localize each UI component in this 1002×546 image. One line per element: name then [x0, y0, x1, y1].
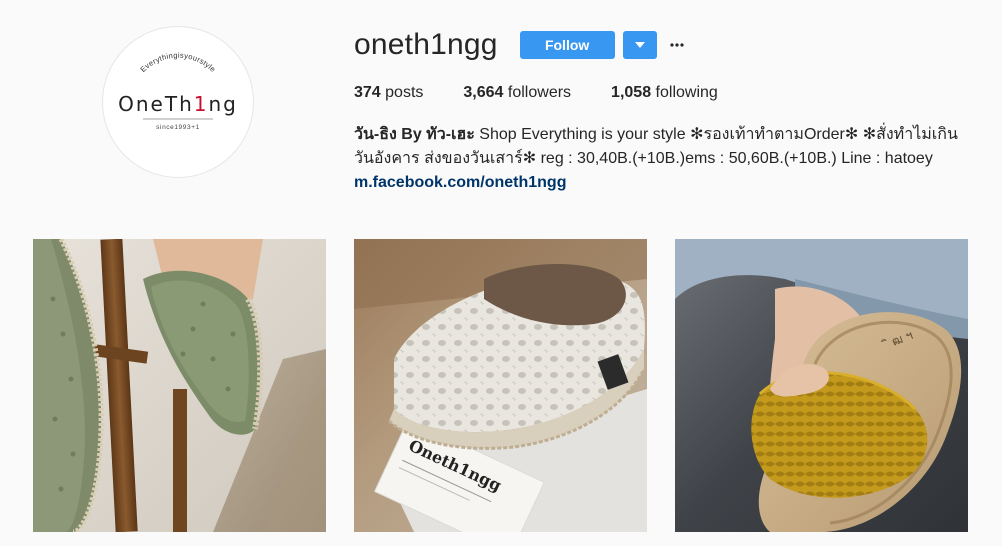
- posts-label: posts: [385, 84, 424, 101]
- profile-avatar[interactable]: Everythingisyourstyle OneTh1ng since1993…: [102, 26, 254, 178]
- more-options-icon: [670, 43, 684, 47]
- post-image-white-espadrille: Oneth1ngg: [354, 239, 647, 532]
- logo-since-text: since1993+1: [156, 124, 200, 131]
- stat-following[interactable]: 1,058 following: [611, 84, 718, 102]
- more-options-button[interactable]: [667, 31, 687, 59]
- following-count: 1,058: [611, 84, 652, 101]
- profile-stats: 374 posts 3,664 followers 1,058 followin…: [354, 84, 758, 102]
- post-image-green-espadrilles: [33, 239, 326, 532]
- caret-down-icon: [634, 42, 645, 48]
- follow-button[interactable]: Follow: [519, 31, 615, 59]
- stat-posts: 374 posts: [354, 84, 423, 102]
- stat-followers[interactable]: 3,664 followers: [463, 84, 571, 102]
- posts-count: 374: [354, 84, 381, 101]
- profile-username: oneth1ngg: [354, 28, 498, 61]
- followers-label: followers: [507, 84, 572, 101]
- post-thumbnail-3[interactable]: ิ ฒ ฯ: [675, 239, 968, 532]
- following-label: following: [655, 84, 718, 101]
- post-thumbnail-2[interactable]: Oneth1ngg: [354, 239, 647, 532]
- followers-count: 3,664: [463, 84, 504, 101]
- svg-text:Everythingisyourstyle: Everythingisyourstyle: [138, 51, 217, 74]
- profile-bio: วัน-ธิง By ทัว-เฮะ Shop Everything is yo…: [354, 123, 974, 195]
- bio-website-link[interactable]: m.facebook.com/oneth1ngg: [354, 171, 974, 195]
- brand-logo: Everythingisyourstyle OneTh1ng since1993…: [118, 51, 238, 131]
- logo-arc-text: Everythingisyourstyle: [138, 51, 217, 74]
- post-image-yellow-sandal: ิ ฒ ฯ: [675, 239, 968, 532]
- suggestions-dropdown-button[interactable]: [622, 31, 657, 59]
- profile-title-row: oneth1ngg Follow: [354, 27, 687, 63]
- logo-wordmark: OneTh1ng: [118, 92, 238, 116]
- post-thumbnail-1[interactable]: [33, 239, 326, 532]
- bio-full-name: วัน-ธิง By ทัว-เฮะ: [354, 126, 475, 143]
